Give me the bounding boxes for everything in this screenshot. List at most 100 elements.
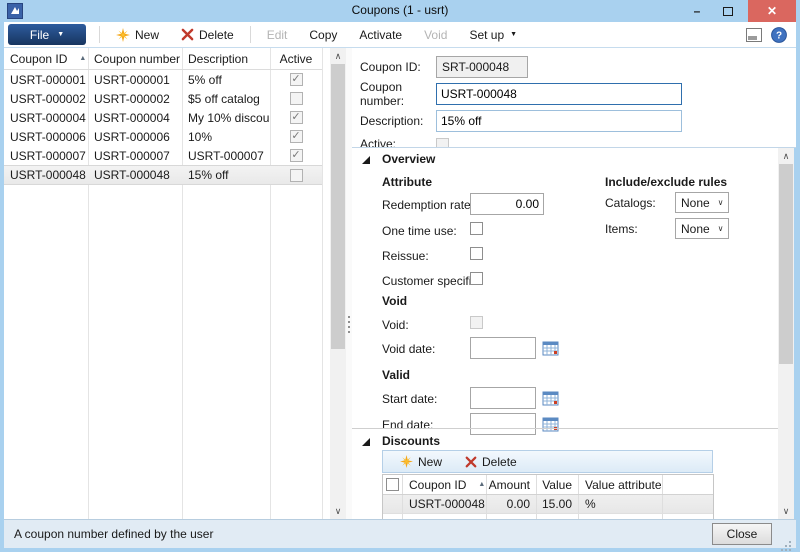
minimize-button[interactable]: –: [684, 0, 710, 22]
end-date-input[interactable]: [470, 413, 536, 435]
row-select-cell[interactable]: [383, 495, 403, 513]
file-menu-button[interactable]: File ▼: [8, 24, 86, 45]
column-header-label: Value attributes: [585, 478, 663, 492]
discounts-delete-button[interactable]: Delete: [456, 455, 526, 469]
reissue-checkbox[interactable]: [470, 247, 483, 260]
overview-expander-icon[interactable]: [362, 156, 370, 164]
items-label: Items:: [605, 222, 638, 236]
cell-coupon-id: USRT-000002: [4, 92, 88, 106]
maximize-icon: [723, 7, 733, 16]
scroll-up-icon[interactable]: ∧: [778, 148, 794, 164]
cell-description: $5 off catalog: [182, 92, 270, 106]
table-row[interactable]: USRT-000004 USRT-000004 My 10% discount …: [4, 108, 322, 127]
new-button-label: New: [135, 28, 159, 42]
void-date-input[interactable]: [470, 337, 536, 359]
catalogs-dropdown[interactable]: None ∨: [675, 192, 729, 213]
select-all-checkbox[interactable]: [386, 478, 399, 491]
redemption-rate-input[interactable]: [470, 193, 544, 215]
toolbar-separator: [99, 26, 100, 43]
description-label: Description:: [360, 114, 436, 128]
start-date-input[interactable]: [470, 387, 536, 409]
calendar-icon[interactable]: [542, 416, 559, 432]
column-header-description[interactable]: Description: [182, 52, 270, 66]
discount-row-selected[interactable]: USRT-000048 0.00 15.00 %: [383, 495, 713, 514]
column-header-label: Coupon number: [94, 52, 180, 66]
discounts-new-label: New: [418, 455, 442, 469]
reissue-label: Reissue:: [382, 249, 429, 263]
description-input[interactable]: [436, 110, 682, 132]
cell-coupon-number: USRT-000002: [88, 92, 182, 106]
one-time-use-checkbox[interactable]: [470, 222, 483, 235]
window-title: Coupons (1 - usrt): [0, 3, 800, 17]
app-window: Coupons (1 - usrt) – ✕ File ▼ New Delete…: [0, 0, 800, 552]
coupon-number-label: Coupon number:: [360, 80, 436, 108]
coupon-number-input[interactable]: [436, 83, 682, 105]
resize-grip-icon[interactable]: [789, 541, 791, 543]
svg-text:?: ?: [776, 30, 782, 41]
setup-button-label: Set up: [469, 28, 504, 42]
scroll-up-icon[interactable]: ∧: [330, 48, 346, 64]
chevron-down-icon: ▼: [510, 31, 517, 38]
calendar-icon[interactable]: [542, 340, 559, 356]
detail-scrollbar[interactable]: ∧ ∨: [778, 148, 794, 519]
table-row[interactable]: USRT-000006 USRT-000006 10% ✓: [4, 127, 322, 146]
setup-menu-button[interactable]: Set up ▼: [458, 23, 528, 47]
maximize-button[interactable]: [714, 0, 742, 22]
column-header-value[interactable]: Value: [537, 475, 579, 494]
table-row[interactable]: USRT-000002 USRT-000002 $5 off catalog: [4, 89, 322, 108]
layout-pane-icon[interactable]: [746, 28, 762, 42]
table-row-selected[interactable]: USRT-000048 USRT-000048 15% off: [4, 165, 322, 185]
discounts-delete-label: Delete: [482, 455, 517, 469]
delete-icon: [465, 456, 477, 468]
calendar-icon[interactable]: [542, 390, 559, 406]
file-menu-label: File: [30, 28, 49, 42]
void-label: Void:: [382, 318, 409, 332]
column-header-coupon-id[interactable]: Coupon ID ▲: [4, 52, 88, 66]
activate-button-label: Activate: [359, 28, 402, 42]
sort-ascending-icon: ▲: [478, 481, 485, 488]
cell-coupon-id: USRT-000048: [403, 495, 487, 513]
column-header-active[interactable]: Active: [270, 52, 322, 66]
edit-button[interactable]: Edit: [256, 23, 299, 47]
void-date-label: Void date:: [382, 342, 435, 356]
list-scrollbar[interactable]: ∧ ∨: [330, 48, 346, 519]
void-button[interactable]: Void: [413, 23, 458, 47]
copy-button[interactable]: Copy: [298, 23, 348, 47]
column-header-value-attributes[interactable]: Value attributes: [579, 475, 663, 494]
scroll-down-icon[interactable]: ∨: [330, 503, 346, 519]
void-group-title: Void: [382, 294, 407, 308]
rules-group-title: Include/exclude rules: [605, 175, 727, 189]
cell-value: 15.00: [537, 495, 579, 513]
items-dropdown[interactable]: None ∨: [675, 218, 729, 239]
discounts-grid-header: Coupon ID ▲ Amount Value Value attribute…: [383, 475, 713, 495]
discounts-new-button[interactable]: New: [391, 455, 451, 469]
scroll-down-icon[interactable]: ∨: [778, 503, 794, 519]
scrollbar-thumb[interactable]: [331, 64, 345, 349]
detail-scroll-area: Overview Attribute Include/exclude rules…: [352, 148, 778, 519]
coupon-list: Coupon ID ▲ Coupon number Description Ac…: [4, 48, 330, 519]
delete-icon: [181, 28, 194, 41]
column-header-coupon-id[interactable]: Coupon ID ▲: [403, 475, 487, 494]
table-row[interactable]: USRT-000007 USRT-000007 USRT-000007 ✓: [4, 146, 322, 165]
delete-button[interactable]: Delete: [170, 23, 245, 47]
scrollbar-thumb[interactable]: [779, 164, 793, 364]
table-row[interactable]: USRT-000001 USRT-000001 5% off ✓: [4, 70, 322, 89]
column-header-coupon-number[interactable]: Coupon number: [88, 52, 182, 66]
customer-specific-checkbox[interactable]: [470, 272, 483, 285]
discounts-section-title[interactable]: Discounts: [382, 434, 440, 448]
close-button[interactable]: Close: [712, 523, 772, 545]
titlebar: Coupons (1 - usrt) – ✕: [0, 0, 800, 22]
delete-button-label: Delete: [199, 28, 234, 42]
discounts-expander-icon[interactable]: [362, 438, 370, 446]
cell-coupon-number: USRT-000001: [88, 73, 182, 87]
overview-section-title[interactable]: Overview: [382, 152, 435, 166]
activate-button[interactable]: Activate: [348, 23, 413, 47]
help-icon[interactable]: ?: [771, 27, 787, 43]
column-header-label: Amount: [489, 478, 530, 492]
active-checkbox: ✓: [290, 111, 303, 124]
void-checkbox: [470, 316, 483, 329]
sort-ascending-icon: ▲: [79, 55, 86, 62]
close-window-button[interactable]: ✕: [748, 0, 796, 22]
new-button[interactable]: New: [105, 23, 170, 47]
column-header-amount[interactable]: Amount: [487, 475, 537, 494]
